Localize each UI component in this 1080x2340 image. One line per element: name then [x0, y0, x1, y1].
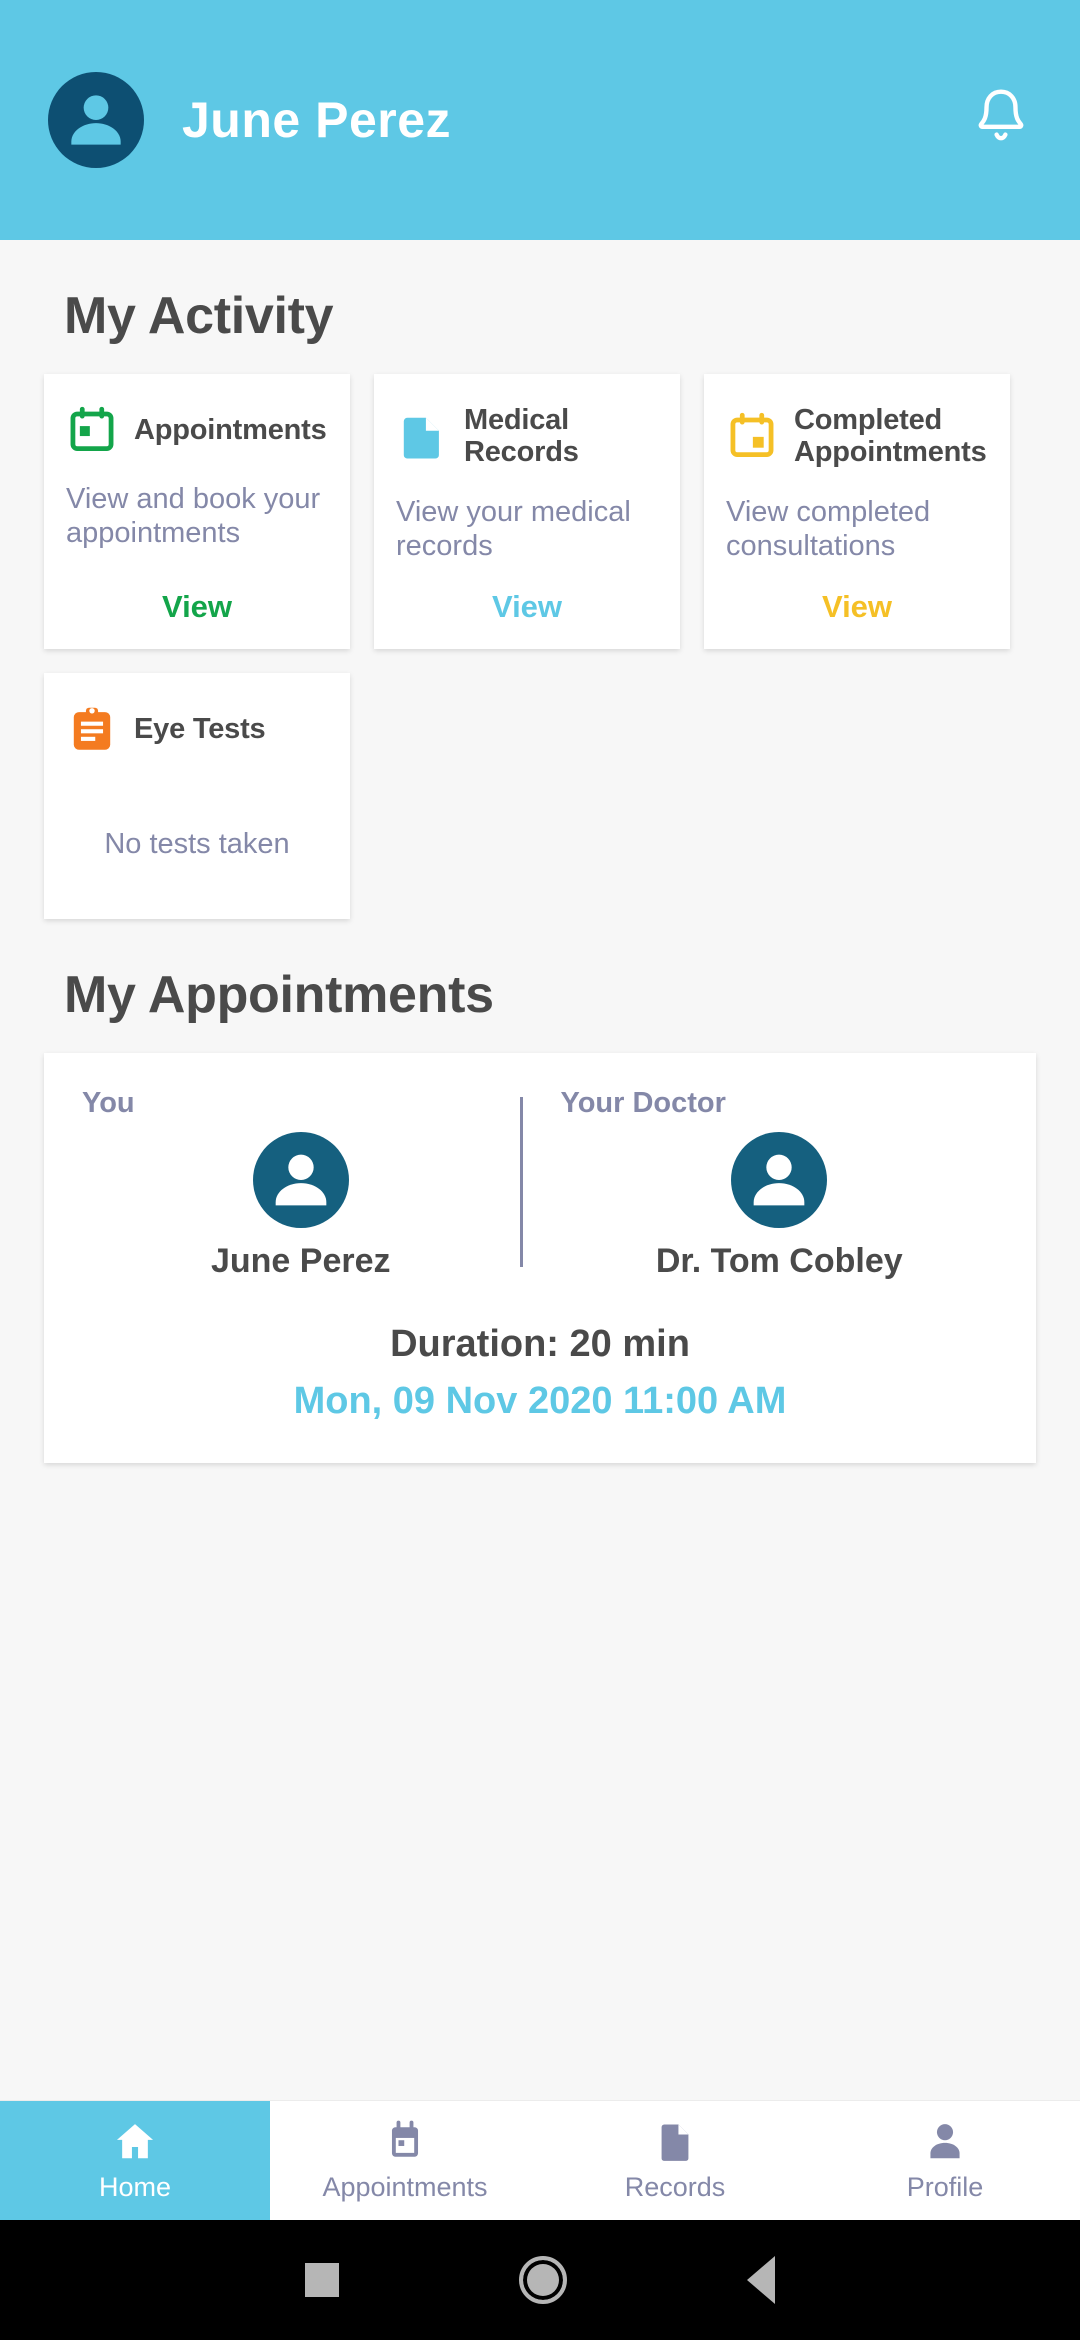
calendar-icon [382, 2118, 428, 2164]
card-header: Medical Records [396, 404, 658, 469]
square-recents-icon[interactable] [305, 2263, 339, 2297]
card-title: Medical Records [464, 404, 579, 469]
card-title: Appointments [134, 413, 327, 446]
android-system-navigation-bar [0, 2220, 1080, 2340]
appointment-card[interactable]: You June Perez Your Doctor Dr. Tom Coble… [44, 1053, 1036, 1464]
my-appointments-title: My Appointments [64, 966, 494, 1025]
card-description: View and book your appointments [66, 483, 321, 550]
appointment-people: You June Perez Your Doctor Dr. Tom Coble… [82, 1087, 998, 1281]
person-avatar-icon [731, 1132, 828, 1229]
nav-label-appointments: Appointments [322, 2172, 488, 2202]
document-icon [652, 2118, 698, 2164]
view-link-medical-records[interactable]: View [396, 563, 658, 625]
card-header: Appointments [66, 404, 328, 456]
home-icon [112, 2118, 158, 2164]
view-link-completed-appointments[interactable]: View [726, 563, 988, 625]
activity-card-appointments[interactable]: Appointments View and book your appointm… [44, 374, 350, 650]
nav-item-profile[interactable]: Profile [810, 2101, 1080, 2220]
patient-name: June Perez [210, 1242, 391, 1281]
doctor-name: Dr. Tom Cobley [655, 1242, 903, 1281]
appointment-duration: Duration: 20 min [390, 1323, 690, 1366]
app-screen: June Perez My Activity Appointments View… [0, 0, 1080, 2340]
card-title: Completed Appointments [794, 404, 987, 469]
card-header: Completed Appointments [726, 404, 988, 469]
card-description: View your medical records [396, 495, 631, 563]
you-label: You [82, 1087, 135, 1120]
nav-label-profile: Profile [906, 2172, 984, 2202]
card-title: Eye Tests [134, 713, 266, 746]
person-icon [922, 2118, 968, 2164]
appointment-doctor-column: Your Doctor Dr. Tom Cobley [523, 1087, 999, 1281]
bottom-navigation: Home Appointments Records Profile [0, 2100, 1080, 2220]
nav-label-records: Records [624, 2172, 726, 2202]
nav-item-appointments[interactable]: Appointments [270, 2101, 540, 2220]
nav-label-home: Home [98, 2172, 172, 2202]
nav-item-home[interactable]: Home [0, 2101, 270, 2220]
view-link-appointments[interactable]: View [66, 563, 328, 625]
calendar-check-icon [726, 410, 778, 462]
nav-item-records[interactable]: Records [540, 2101, 810, 2220]
document-icon [396, 410, 448, 462]
main-content: My Activity Appointments View and book y… [0, 286, 1080, 1464]
appointment-you-column: You June Perez [82, 1087, 520, 1281]
card-header: Eye Tests [66, 703, 328, 755]
person-avatar-icon[interactable] [48, 72, 144, 168]
activity-card-medical-records[interactable]: Medical Records View your medical record… [374, 374, 680, 650]
bell-icon[interactable] [970, 85, 1032, 155]
my-activity-title: My Activity [64, 287, 334, 345]
person-avatar-icon [252, 1132, 349, 1229]
activity-card-eye-tests[interactable]: Eye Tests No tests taken [44, 673, 350, 920]
clipboard-icon [66, 703, 118, 755]
your-doctor-label: Your Doctor [560, 1087, 726, 1120]
card-description: View completed consultations [726, 495, 931, 563]
activity-grid: Appointments View and book your appointm… [44, 374, 1036, 920]
eye-tests-empty-text: No tests taken [104, 828, 290, 861]
activity-card-completed-appointments[interactable]: Completed Appointments View completed co… [704, 374, 1010, 650]
triangle-back-icon[interactable] [747, 2256, 775, 2304]
page-title: June Perez [182, 92, 452, 148]
calendar-icon [66, 404, 118, 456]
app-header: June Perez [0, 0, 1080, 240]
circle-home-icon[interactable] [519, 2256, 567, 2304]
appointment-datetime: Mon, 09 Nov 2020 11:00 AM [293, 1380, 787, 1423]
